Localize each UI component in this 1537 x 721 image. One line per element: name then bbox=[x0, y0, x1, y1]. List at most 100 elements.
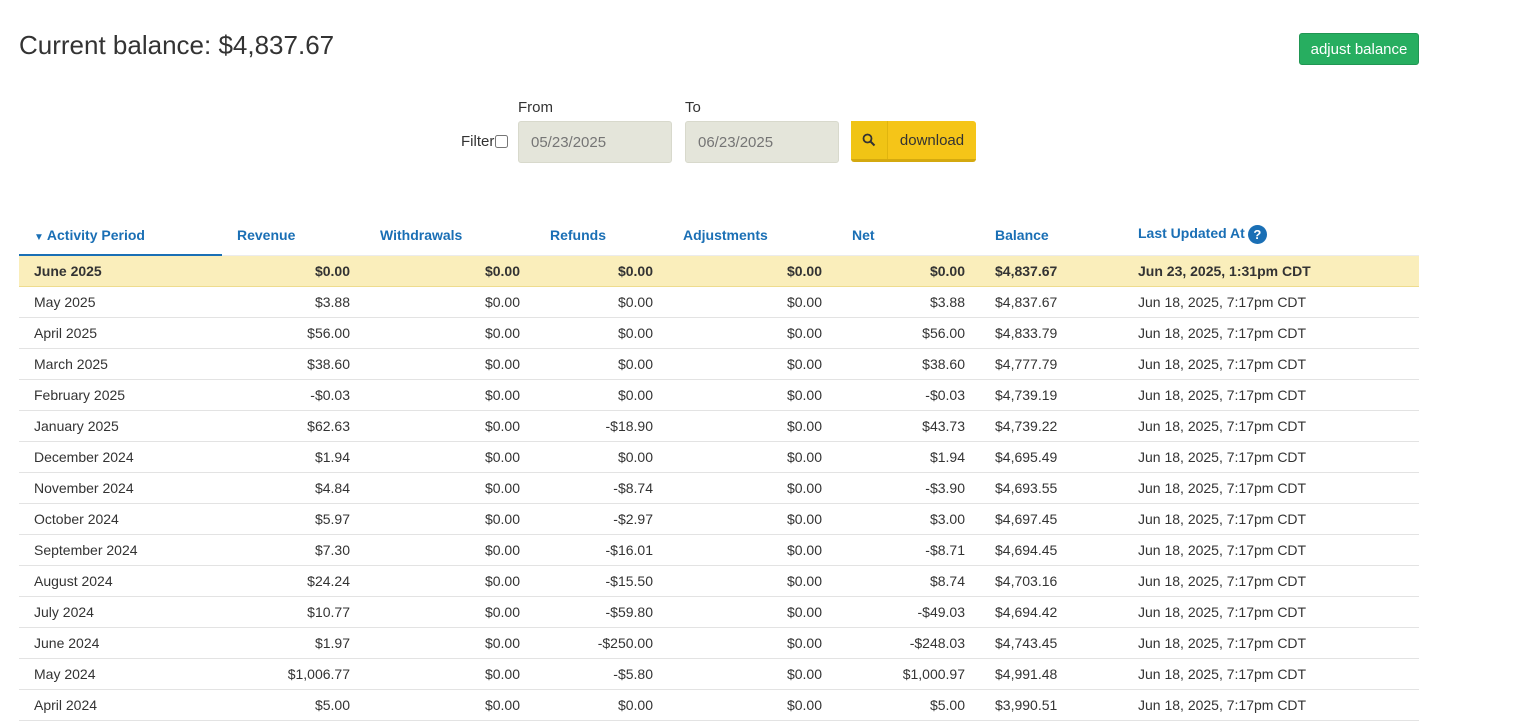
from-date-input[interactable] bbox=[518, 121, 672, 163]
cell-net: $1.94 bbox=[837, 441, 980, 473]
cell-withdrawals: $0.00 bbox=[365, 503, 535, 535]
cell-adjustments: $0.00 bbox=[668, 472, 837, 504]
cell-revenue: $24.24 bbox=[222, 565, 365, 597]
column-header-adjustments[interactable]: Adjustments bbox=[668, 215, 837, 256]
column-header-label: Last Updated At bbox=[1138, 225, 1245, 242]
cell-period: March 2025 bbox=[19, 348, 222, 380]
cell-refunds: $0.00 bbox=[535, 441, 668, 473]
column-header-withdrawals[interactable]: Withdrawals bbox=[365, 215, 535, 256]
cell-balance: $4,837.67 bbox=[980, 286, 1123, 318]
cell-net: $3.88 bbox=[837, 286, 980, 318]
cell-updated: Jun 18, 2025, 7:17pm CDT bbox=[1123, 534, 1419, 566]
cell-net: $38.60 bbox=[837, 348, 980, 380]
cell-net: $3.00 bbox=[837, 503, 980, 535]
cell-balance: $4,703.16 bbox=[980, 565, 1123, 597]
table-header-row: ▼ Activity Period Revenue Withdrawals Ref… bbox=[19, 215, 1419, 256]
cell-refunds: -$18.90 bbox=[535, 410, 668, 442]
filter-checkbox[interactable] bbox=[495, 135, 509, 148]
cell-adjustments: $0.00 bbox=[668, 658, 837, 690]
filter-label: Filter bbox=[461, 133, 495, 150]
cell-period: August 2024 bbox=[19, 565, 222, 597]
cell-revenue: $5.00 bbox=[222, 689, 365, 721]
cell-adjustments: $0.00 bbox=[668, 689, 837, 721]
cell-withdrawals: $0.00 bbox=[365, 472, 535, 504]
cell-net: $1,000.97 bbox=[837, 658, 980, 690]
cell-revenue: $10.77 bbox=[222, 596, 365, 628]
cell-revenue: $7.30 bbox=[222, 534, 365, 566]
question-circle-icon[interactable]: ? bbox=[1247, 225, 1267, 245]
adjust-balance-button[interactable]: adjust balance bbox=[1299, 33, 1419, 65]
cell-updated: Jun 18, 2025, 7:17pm CDT bbox=[1123, 472, 1419, 504]
cell-balance: $4,833.79 bbox=[980, 317, 1123, 349]
table-row: April 2025 $56.00 $0.00 $0.00 $0.00 $56.00 $4,… bbox=[19, 317, 1419, 349]
cell-balance: $4,697.45 bbox=[980, 503, 1123, 535]
cell-adjustments: $0.00 bbox=[668, 627, 837, 659]
cell-withdrawals: $0.00 bbox=[365, 317, 535, 349]
cell-withdrawals: $0.00 bbox=[365, 689, 535, 721]
cell-withdrawals: $0.00 bbox=[365, 596, 535, 628]
cell-balance: $3,990.51 bbox=[980, 689, 1123, 721]
cell-net: $8.74 bbox=[837, 565, 980, 597]
cell-revenue: $1.97 bbox=[222, 627, 365, 659]
cell-revenue: $38.60 bbox=[222, 348, 365, 380]
cell-refunds: $0.00 bbox=[535, 348, 668, 380]
download-button[interactable]: download bbox=[851, 121, 976, 162]
cell-adjustments: $0.00 bbox=[668, 565, 837, 597]
page-title: Current balance: $4,837.67 bbox=[19, 30, 335, 60]
search-icon bbox=[851, 121, 888, 159]
cell-balance: $4,991.48 bbox=[980, 658, 1123, 690]
cell-adjustments: $0.00 bbox=[668, 441, 837, 473]
cell-updated: Jun 18, 2025, 7:17pm CDT bbox=[1123, 565, 1419, 597]
column-header-revenue[interactable]: Revenue bbox=[222, 215, 365, 256]
column-header-activity-period[interactable]: ▼ Activity Period bbox=[19, 215, 222, 256]
cell-refunds: -$16.01 bbox=[535, 534, 668, 566]
to-date-input[interactable] bbox=[685, 121, 839, 163]
cell-balance: $4,695.49 bbox=[980, 441, 1123, 473]
cell-refunds: $0.00 bbox=[535, 689, 668, 721]
cell-net: $43.73 bbox=[837, 410, 980, 442]
column-header-balance[interactable]: Balance bbox=[980, 215, 1123, 256]
cell-balance: $4,693.55 bbox=[980, 472, 1123, 504]
cell-period: June 2024 bbox=[19, 627, 222, 659]
cell-withdrawals: $0.00 bbox=[365, 410, 535, 442]
cell-balance: $4,694.45 bbox=[980, 534, 1123, 566]
cell-period: April 2025 bbox=[19, 317, 222, 349]
cell-adjustments: $0.00 bbox=[668, 317, 837, 349]
filter-toggle[interactable]: Filter bbox=[461, 133, 509, 150]
cell-period: May 2024 bbox=[19, 658, 222, 690]
table-row: October 2024 $5.97 $0.00 -$2.97 $0.00 $3.00 $4… bbox=[19, 503, 1419, 535]
cell-balance: $4,837.67 bbox=[980, 255, 1123, 287]
cell-revenue: $0.00 bbox=[222, 255, 365, 287]
cell-updated: Jun 18, 2025, 7:17pm CDT bbox=[1123, 627, 1419, 659]
table-row: June 2024 $1.97 $0.00 -$250.00 $0.00 -$248.03… bbox=[19, 627, 1419, 659]
cell-period: May 2025 bbox=[19, 286, 222, 318]
cell-refunds: $0.00 bbox=[535, 286, 668, 318]
cell-net: -$8.71 bbox=[837, 534, 980, 566]
column-header-net[interactable]: Net bbox=[837, 215, 980, 256]
column-header-last-updated[interactable]: Last Updated At? bbox=[1123, 215, 1419, 256]
cell-revenue: $4.84 bbox=[222, 472, 365, 504]
column-header-refunds[interactable]: Refunds bbox=[535, 215, 668, 256]
cell-revenue: $1,006.77 bbox=[222, 658, 365, 690]
cell-revenue: -$0.03 bbox=[222, 379, 365, 411]
cell-updated: Jun 18, 2025, 7:17pm CDT bbox=[1123, 317, 1419, 349]
cell-updated: Jun 18, 2025, 7:17pm CDT bbox=[1123, 286, 1419, 318]
cell-refunds: $0.00 bbox=[535, 255, 668, 287]
cell-revenue: $3.88 bbox=[222, 286, 365, 318]
cell-period: October 2024 bbox=[19, 503, 222, 535]
cell-adjustments: $0.00 bbox=[668, 255, 837, 287]
cell-balance: $4,739.19 bbox=[980, 379, 1123, 411]
cell-net: -$49.03 bbox=[837, 596, 980, 628]
cell-updated: Jun 18, 2025, 7:17pm CDT bbox=[1123, 596, 1419, 628]
cell-updated: Jun 18, 2025, 7:17pm CDT bbox=[1123, 503, 1419, 535]
cell-withdrawals: $0.00 bbox=[365, 379, 535, 411]
table-row: December 2024 $1.94 $0.00 $0.00 $0.00 $1.94 $4… bbox=[19, 441, 1419, 473]
table-row: February 2025 -$0.03 $0.00 $0.00 $0.00 -$0.03… bbox=[19, 379, 1419, 411]
cell-adjustments: $0.00 bbox=[668, 410, 837, 442]
cell-refunds: -$8.74 bbox=[535, 472, 668, 504]
cell-refunds: -$59.80 bbox=[535, 596, 668, 628]
cell-net: $5.00 bbox=[837, 689, 980, 721]
cell-balance: $4,739.22 bbox=[980, 410, 1123, 442]
cell-updated: Jun 18, 2025, 7:17pm CDT bbox=[1123, 348, 1419, 380]
activity-table: ▼ Activity Period Revenue Withdrawals Ref… bbox=[19, 215, 1419, 721]
